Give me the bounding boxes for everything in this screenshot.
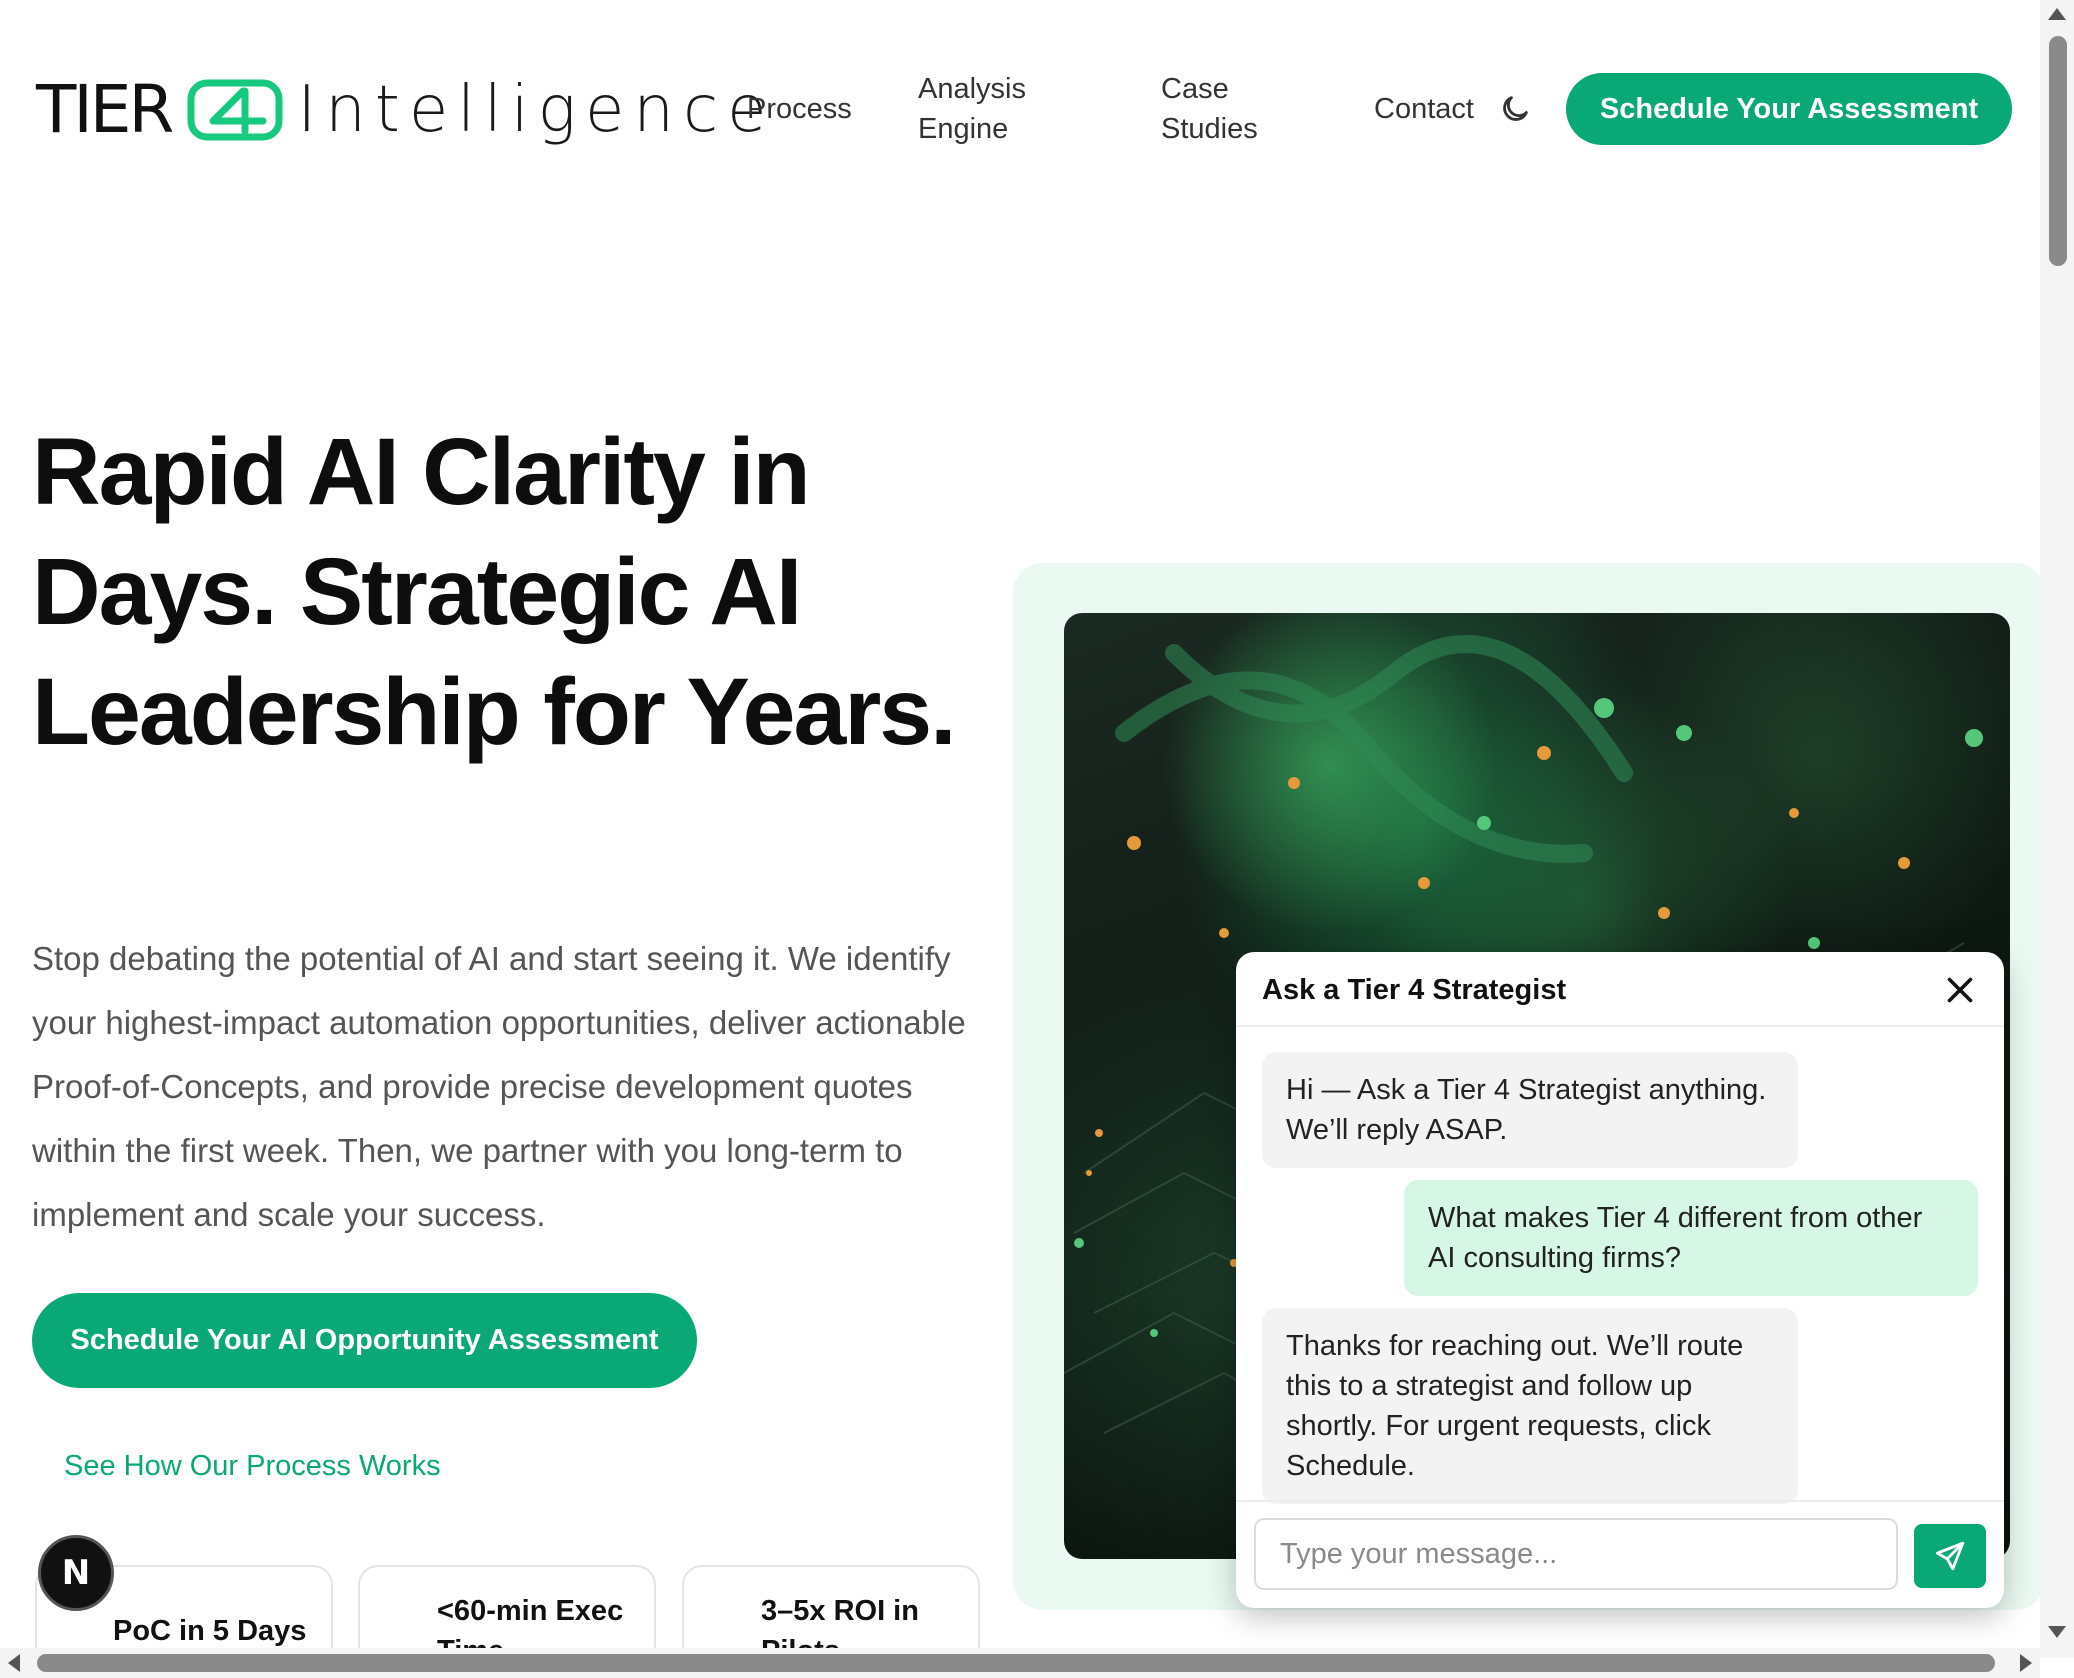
nav-link-contact[interactable]: Contact <box>1374 89 1474 129</box>
vertical-scrollbar-thumb[interactable] <box>2049 36 2067 266</box>
chat-title: Ask a Tier 4 Strategist <box>1262 974 1567 1006</box>
hero-subtitle: Stop debating the potential of AI and st… <box>32 940 966 1233</box>
schedule-assessment-button[interactable]: Schedule Your Assessment <box>1566 73 2012 145</box>
moon-icon[interactable] <box>1498 92 1532 126</box>
floating-n-badge[interactable]: N <box>38 1535 114 1611</box>
send-button[interactable] <box>1914 1524 1986 1588</box>
horizontal-scrollbar-thumb[interactable] <box>37 1654 1995 1672</box>
nav-link-case-studies[interactable]: Case Studies <box>1161 69 1291 149</box>
nav-link-analysis-engine[interactable]: Analysis Engine <box>918 69 1078 149</box>
schedule-ai-assessment-button[interactable]: Schedule Your AI Opportunity Assessment <box>32 1293 697 1388</box>
logo-tier-text: TIER <box>36 71 174 148</box>
scroll-down-arrow-icon[interactable] <box>2048 1626 2066 1638</box>
send-icon <box>1935 1541 1965 1571</box>
chat-header: Ask a Tier 4 Strategist <box>1236 952 2004 1027</box>
scroll-right-arrow-icon[interactable] <box>2020 1654 2032 1672</box>
scroll-left-arrow-icon[interactable] <box>8 1654 20 1672</box>
logo-intelligence-text: Intelligence <box>297 73 776 147</box>
chat-message-user: What makes Tier 4 different from other A… <box>1404 1180 1978 1296</box>
see-process-link[interactable]: See How Our Process Works <box>64 1450 441 1483</box>
logo-four-icon <box>187 79 283 141</box>
chat-message-input[interactable] <box>1254 1518 1898 1590</box>
chat-message-agent: Thanks for reaching out. We’ll route thi… <box>1262 1308 1798 1504</box>
chat-message-agent: Hi — Ask a Tier 4 Strategist anything. W… <box>1262 1052 1798 1168</box>
chat-widget: Ask a Tier 4 Strategist Hi — Ask a Tier … <box>1236 952 2004 1608</box>
close-icon[interactable] <box>1942 972 1978 1008</box>
chat-footer <box>1236 1500 2004 1608</box>
brand-logo[interactable]: TIER Intelligence <box>36 74 776 146</box>
scroll-up-arrow-icon[interactable] <box>2048 8 2066 20</box>
nav-link-process[interactable]: Process <box>747 89 852 129</box>
stat-label: PoC in 5 Days <box>113 1615 307 1647</box>
hero-title: Rapid AI Clarity in Days. Strategic AI L… <box>32 419 957 765</box>
